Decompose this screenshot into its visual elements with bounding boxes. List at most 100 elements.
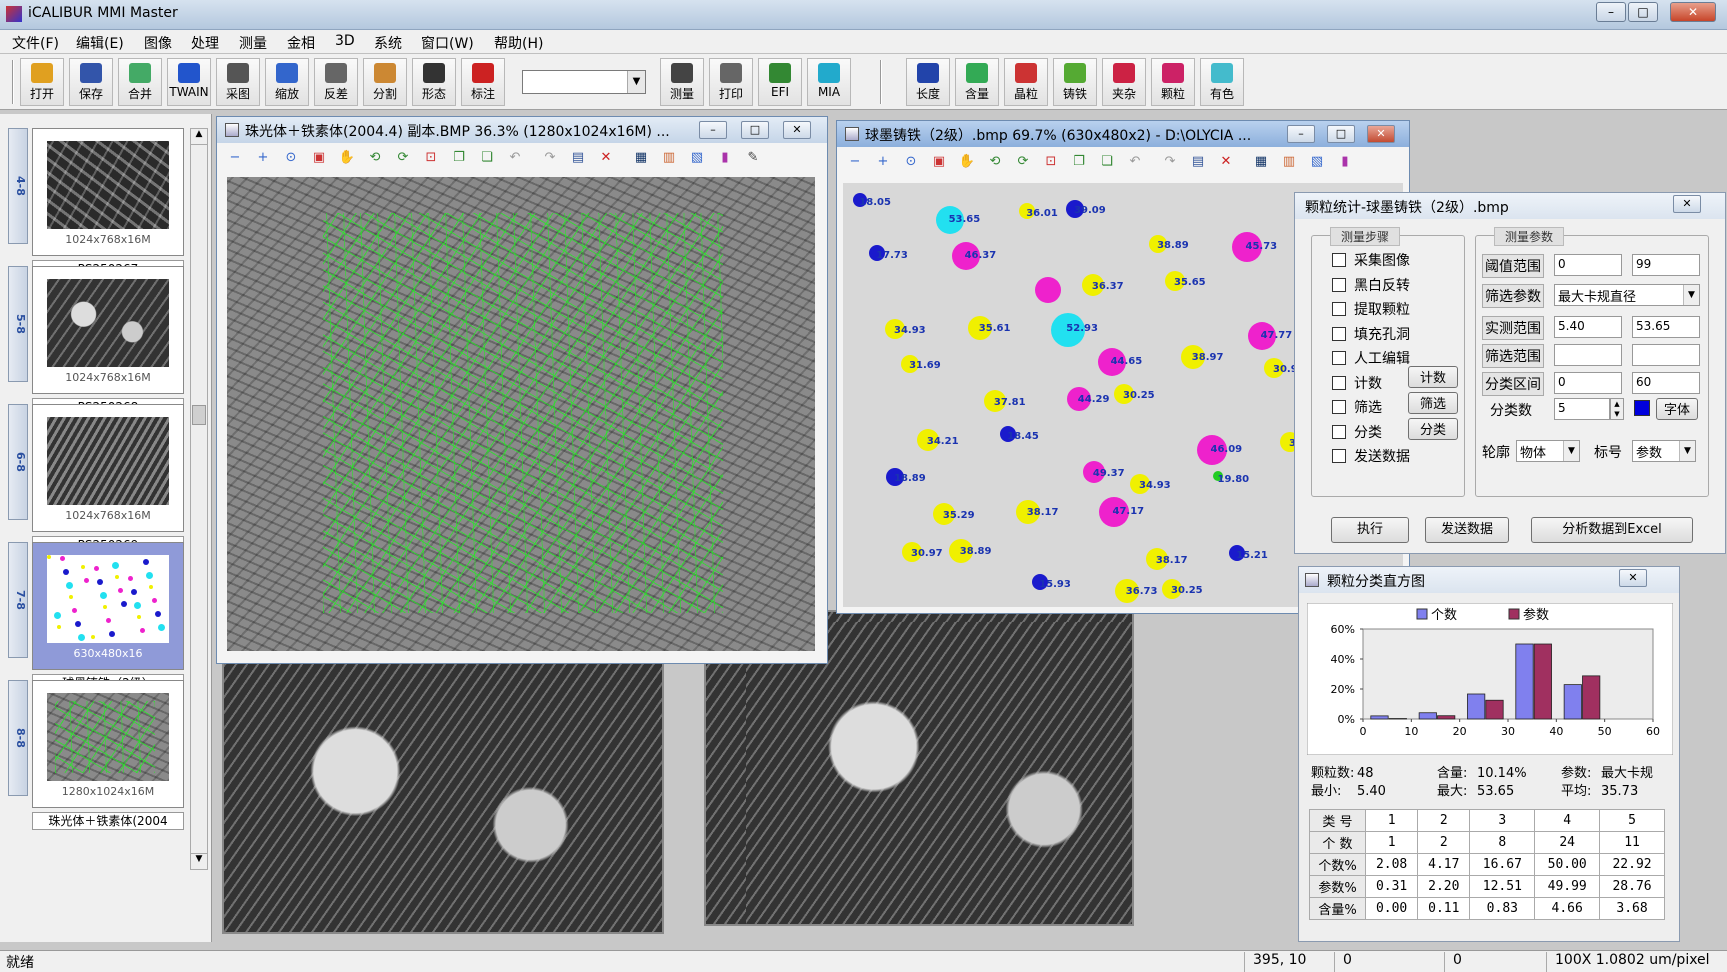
rotate-left-icon[interactable]: ⟲ xyxy=(984,151,1006,173)
close-button[interactable]: ✕ xyxy=(1670,2,1716,22)
thumbnail-scrollbar[interactable]: ▲ ▼ xyxy=(190,128,208,870)
grain-image-window[interactable]: 珠光体＋铁素体(2004.4) 副本.BMP 36.3% (1280x1024x… xyxy=(216,116,828,664)
thumbnail-item[interactable]: 1024x768x16M xyxy=(32,266,184,394)
minimize-button[interactable]: – xyxy=(699,121,727,139)
channels-icon[interactable]: ▧ xyxy=(686,147,708,169)
toolbar-particle-button[interactable]: 颗粒 xyxy=(1151,58,1195,106)
checkbox-box[interactable] xyxy=(1332,302,1346,316)
grid-icon[interactable]: ▦ xyxy=(1250,151,1272,173)
toolbar-twain-button[interactable]: TWAIN xyxy=(167,58,211,106)
classify-button[interactable]: 分类 xyxy=(1408,418,1458,440)
class-range-max-input[interactable]: 60 xyxy=(1632,372,1700,394)
menu-file[interactable]: 文件(F) xyxy=(12,33,59,53)
menu-process[interactable]: 处理 xyxy=(191,33,219,53)
filter-button[interactable]: 筛选 xyxy=(1408,392,1458,414)
execute-button[interactable]: 执行 xyxy=(1331,517,1409,543)
menu-help[interactable]: 帮助(H) xyxy=(494,33,543,53)
zoom-in-icon[interactable]: + xyxy=(872,151,894,173)
copy-icon[interactable]: ❐ xyxy=(1068,151,1090,173)
toolbar-nonferrous-button[interactable]: 有色 xyxy=(1200,58,1244,106)
delete-icon[interactable]: ✕ xyxy=(595,147,617,169)
checkbox-box[interactable] xyxy=(1332,424,1346,439)
rotate-right-icon[interactable]: ⟳ xyxy=(1012,151,1034,173)
zoom-region-icon[interactable]: ▣ xyxy=(308,147,330,169)
thumbnail-item[interactable]: 1024x768x16M xyxy=(32,404,184,532)
thumbnail-item[interactable]: 1024x768x16M xyxy=(32,128,184,256)
color-swatch[interactable] xyxy=(1634,400,1650,416)
grain-image[interactable] xyxy=(227,177,815,651)
close-button[interactable]: ✕ xyxy=(783,121,811,139)
maximize-button[interactable]: □ xyxy=(1327,125,1355,143)
rotate-right-icon[interactable]: ⟳ xyxy=(392,147,414,169)
redo-icon[interactable]: ↷ xyxy=(539,147,561,169)
toolbar-save-button[interactable]: 保存 xyxy=(69,58,113,106)
color-icon[interactable]: ▥ xyxy=(1278,151,1300,173)
paste-icon[interactable]: ❏ xyxy=(1096,151,1118,173)
menu-system[interactable]: 系统 xyxy=(374,33,402,53)
maximize-button[interactable]: □ xyxy=(741,121,769,139)
toolbar-measure-button[interactable]: 测量 xyxy=(660,58,704,106)
toolbar-efi-button[interactable]: EFI xyxy=(758,58,802,106)
toolbar-cast-iron-button[interactable]: 铸铁 xyxy=(1053,58,1097,106)
class-count-input[interactable]: 5 xyxy=(1554,398,1610,420)
hand-icon[interactable]: ✋ xyxy=(336,147,358,169)
filter-range-max-input[interactable] xyxy=(1632,344,1700,366)
toolbar-segment-button[interactable]: 分割 xyxy=(363,58,407,106)
save-image-icon[interactable]: ▤ xyxy=(567,147,589,169)
color-icon[interactable]: ▥ xyxy=(658,147,680,169)
dialog-titlebar[interactable]: 颗粒统计-球墨铸铁（2级）.bmp ✕ xyxy=(1295,193,1725,219)
checkbox-box[interactable] xyxy=(1332,277,1346,292)
menu-edit[interactable]: 编辑(E) xyxy=(76,33,124,53)
threshold-min-input[interactable]: 0 xyxy=(1554,254,1622,276)
toolbar-length-button[interactable]: 长度 xyxy=(906,58,950,106)
zoom-out-icon[interactable]: − xyxy=(224,147,246,169)
toolbar-open-button[interactable]: 打开 xyxy=(20,58,64,106)
menu-window[interactable]: 窗口(W) xyxy=(421,33,474,53)
thumbnail-tab[interactable]: 8-8 xyxy=(8,680,28,796)
export-excel-button[interactable]: 分析数据到Excel xyxy=(1531,517,1693,543)
step-checkbox[interactable]: 人工编辑 xyxy=(1332,348,1410,368)
background-image-left[interactable] xyxy=(222,662,664,934)
checkbox-box[interactable] xyxy=(1332,375,1346,390)
outline-select[interactable]: 物体 ▼ xyxy=(1516,440,1580,462)
menu-image[interactable]: 图像 xyxy=(144,33,172,53)
paste-icon[interactable]: ❏ xyxy=(476,147,498,169)
step-checkbox[interactable]: 填充孔洞 xyxy=(1332,324,1410,344)
zoom-out-icon[interactable]: − xyxy=(844,151,866,173)
close-button[interactable]: ✕ xyxy=(1619,569,1647,587)
checkbox-box[interactable] xyxy=(1332,351,1346,365)
toolbar-morphology-button[interactable]: 形态 xyxy=(412,58,456,106)
undo-icon[interactable]: ↶ xyxy=(1124,151,1146,173)
toolbar-contrast-button[interactable]: 反差 xyxy=(314,58,358,106)
thumbnail-tab[interactable]: 6-8 xyxy=(8,404,28,520)
undo-icon[interactable]: ↶ xyxy=(504,147,526,169)
rotate-left-icon[interactable]: ⟲ xyxy=(364,147,386,169)
step-checkbox[interactable]: 采集图像 xyxy=(1332,250,1410,270)
filter-param-select[interactable]: 最大卡规直径 ▼ xyxy=(1554,284,1700,306)
scroll-thumb[interactable] xyxy=(192,405,206,425)
zoom-fit-icon[interactable]: ⊙ xyxy=(280,147,302,169)
thumbnail-tab[interactable]: 5-8 xyxy=(8,266,28,382)
threshold-max-input[interactable]: 99 xyxy=(1632,254,1700,276)
save-image-icon[interactable]: ▤ xyxy=(1187,151,1209,173)
redo-icon[interactable]: ↷ xyxy=(1159,151,1181,173)
copy-icon[interactable]: ❐ xyxy=(448,147,470,169)
hand-icon[interactable]: ✋ xyxy=(956,151,978,173)
toolbar-inclusion-button[interactable]: 夹杂 xyxy=(1102,58,1146,106)
close-button[interactable]: ✕ xyxy=(1367,125,1395,143)
toolbar-grain-button[interactable]: 晶粒 xyxy=(1004,58,1048,106)
toolbar-content-button[interactable]: 含量 xyxy=(955,58,999,106)
toolbar-print-button[interactable]: 打印 xyxy=(709,58,753,106)
toolbar-combo[interactable]: ▼ xyxy=(522,70,646,94)
histogram-titlebar[interactable]: 颗粒分类直方图 ✕ xyxy=(1299,567,1679,593)
crop-icon[interactable]: ⊡ xyxy=(1040,151,1062,173)
grid-icon[interactable]: ▦ xyxy=(630,147,652,169)
zoom-in-icon[interactable]: + xyxy=(252,147,274,169)
toolbar-capture-button[interactable]: 采图 xyxy=(216,58,260,106)
menu-3d[interactable]: 3D xyxy=(335,33,355,49)
step-checkbox[interactable]: 筛选 xyxy=(1332,397,1382,417)
send-data-button[interactable]: 发送数据 xyxy=(1425,517,1509,543)
toolbar-mia-button[interactable]: MIA xyxy=(807,58,851,106)
step-checkbox[interactable]: 黑白反转 xyxy=(1332,275,1410,295)
pen-icon[interactable]: ✎ xyxy=(742,147,764,169)
